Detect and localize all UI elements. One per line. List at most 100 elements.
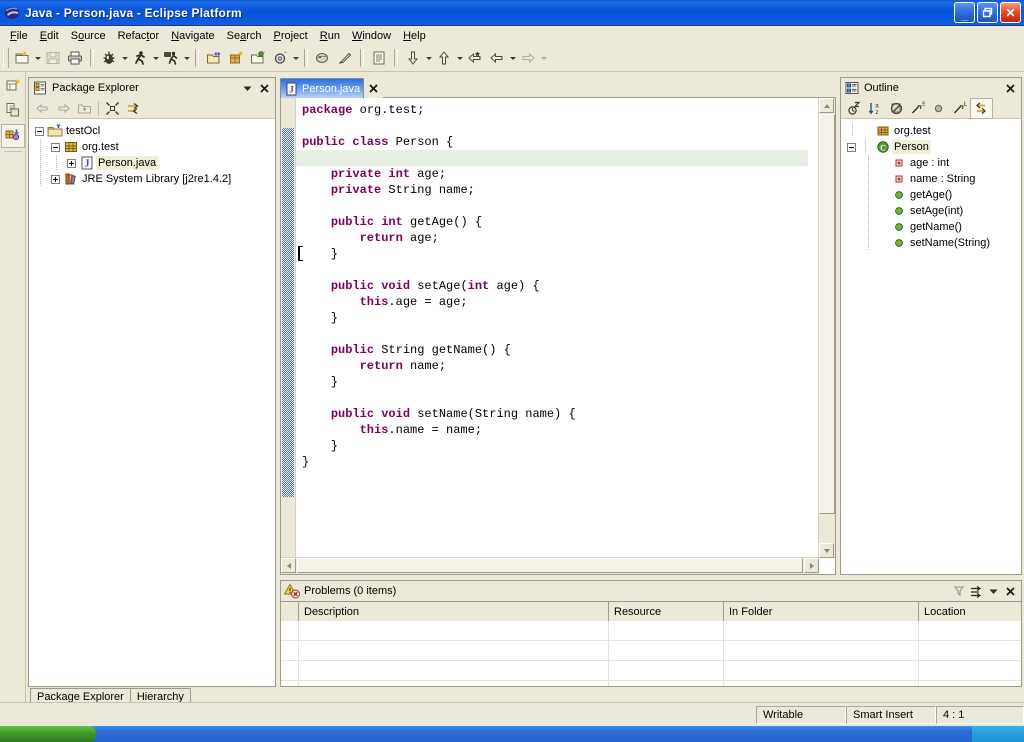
scroll-left-button[interactable]	[281, 558, 296, 573]
hide-local-types-button[interactable]: L	[949, 99, 970, 118]
menu-help[interactable]: Help	[397, 28, 432, 44]
outline-item-class[interactable]: C Person	[845, 139, 1021, 155]
new-package-button[interactable]	[225, 47, 247, 69]
forward-button[interactable]	[517, 47, 539, 69]
editor-horizontal-scrollbar[interactable]	[281, 557, 819, 574]
menu-run[interactable]: Run	[314, 28, 346, 44]
new-wizard-dropdown[interactable]	[33, 47, 42, 69]
minimize-button[interactable]: _	[954, 2, 975, 23]
link-with-editor-button[interactable]	[123, 99, 144, 118]
sort-members-button[interactable]	[844, 99, 865, 118]
forward-button[interactable]	[53, 99, 74, 118]
hide-fields-button[interactable]	[886, 99, 907, 118]
scroll-up-button[interactable]	[819, 98, 834, 113]
column-header-in-folder[interactable]: In Folder	[724, 602, 919, 621]
expander-minus-icon[interactable]	[845, 139, 858, 155]
system-tray[interactable]	[972, 726, 1024, 742]
debug-button[interactable]	[98, 47, 120, 69]
next-annotation-dropdown[interactable]	[424, 47, 433, 69]
column-header-resource[interactable]: Resource	[609, 602, 724, 621]
sort-alphabetically-button[interactable]: a z	[865, 99, 886, 118]
open-perspective-button[interactable]	[2, 76, 24, 98]
editor-vertical-scrollbar[interactable]	[818, 98, 835, 558]
expander-plus-icon[interactable]	[65, 155, 78, 171]
column-header-icon[interactable]	[281, 602, 299, 621]
tree-item-package[interactable]: org.test	[33, 139, 275, 155]
menu-source[interactable]: Source	[65, 28, 112, 44]
close-icon[interactable]	[1003, 81, 1017, 95]
up-button[interactable]	[74, 99, 95, 118]
hide-static-button[interactable]: S	[907, 99, 928, 118]
previous-annotation-dropdown[interactable]	[455, 47, 464, 69]
tree-item-project[interactable]: testOcl	[33, 123, 275, 139]
close-icon[interactable]	[257, 81, 271, 95]
scroll-right-button[interactable]	[804, 558, 819, 573]
run-button[interactable]	[129, 47, 151, 69]
back-dropdown[interactable]	[508, 47, 517, 69]
new-interface-dropdown[interactable]	[291, 47, 300, 69]
java-perspective-button[interactable]	[0, 124, 25, 148]
column-header-location[interactable]: Location	[919, 602, 1021, 621]
menu-window[interactable]: Window	[346, 28, 397, 44]
column-header-description[interactable]: Description	[299, 602, 609, 621]
view-menu-icon[interactable]	[240, 81, 254, 95]
new-class-button[interactable]	[247, 47, 269, 69]
menu-project[interactable]: Project	[268, 28, 314, 44]
tree-item-java-file[interactable]: J Person.java	[33, 155, 275, 171]
horizontal-scroll-thumb[interactable]	[297, 558, 803, 573]
collapse-all-button[interactable]	[102, 99, 123, 118]
restore-button[interactable]	[977, 2, 998, 23]
menu-refactor[interactable]: Refactor	[112, 28, 166, 44]
task-list-button[interactable]	[368, 47, 390, 69]
back-button[interactable]	[486, 47, 508, 69]
forward-dropdown[interactable]	[539, 47, 548, 69]
print-button[interactable]	[64, 47, 86, 69]
code-editor[interactable]: package org.test; public class Person { …	[280, 98, 836, 575]
run-dropdown[interactable]	[151, 47, 160, 69]
toolbar-grip[interactable]	[3, 48, 9, 68]
outline-item-method[interactable]: setName(String)	[845, 235, 1021, 251]
table-row[interactable]	[281, 621, 1021, 641]
expander-plus-icon[interactable]	[49, 171, 62, 187]
menu-navigate[interactable]: Navigate	[165, 28, 220, 44]
external-tools-dropdown[interactable]	[182, 47, 191, 69]
outline-item-method[interactable]: getAge()	[845, 187, 1021, 203]
last-edit-location-button[interactable]	[464, 47, 486, 69]
expander-minus-icon[interactable]	[33, 123, 46, 139]
new-java-project-button[interactable]	[203, 47, 225, 69]
expander-minus-icon[interactable]	[49, 139, 62, 155]
menu-edit[interactable]: Edit	[34, 28, 65, 44]
back-button[interactable]	[32, 99, 53, 118]
outline-item-field[interactable]: name : String	[845, 171, 1021, 187]
editor-tab-person-java[interactable]: J Person.java	[280, 78, 365, 98]
hide-non-public-button[interactable]	[928, 99, 949, 118]
problems-table[interactable]: Description Resource In Folder Location	[280, 601, 1022, 687]
menu-search[interactable]: Search	[221, 28, 268, 44]
new-wizard-button[interactable]	[11, 47, 33, 69]
outline-item-method[interactable]: getName()	[845, 219, 1021, 235]
close-button[interactable]: ✕	[1000, 2, 1021, 23]
open-type-button[interactable]	[312, 47, 334, 69]
search-pen-button[interactable]	[334, 47, 356, 69]
outline-item-package[interactable]: org.test	[845, 123, 1021, 139]
external-tools-button[interactable]	[160, 47, 182, 69]
close-icon[interactable]	[1003, 584, 1017, 598]
view-menu-arrows-icon[interactable]	[969, 584, 983, 598]
vertical-scroll-thumb[interactable]	[819, 114, 835, 514]
previous-annotation-button[interactable]	[433, 47, 455, 69]
next-annotation-button[interactable]	[402, 47, 424, 69]
resource-perspective-button[interactable]	[2, 100, 24, 122]
source-code[interactable]: package org.test; public class Person { …	[296, 98, 835, 574]
save-button[interactable]	[42, 47, 64, 69]
editor-tab-close-icon[interactable]	[364, 78, 383, 98]
tree-item-library[interactable]: JRE System Library [j2re1.4.2]	[33, 171, 275, 187]
debug-dropdown[interactable]	[120, 47, 129, 69]
link-with-editor-button[interactable]	[970, 97, 993, 119]
new-interface-button[interactable]	[269, 47, 291, 69]
chevron-down-icon[interactable]	[986, 584, 1000, 598]
start-button[interactable]	[0, 726, 96, 742]
table-row[interactable]	[281, 641, 1021, 661]
editor-vertical-ruler[interactable]	[281, 98, 296, 574]
table-row[interactable]	[281, 661, 1021, 681]
scroll-down-button[interactable]	[819, 543, 834, 558]
